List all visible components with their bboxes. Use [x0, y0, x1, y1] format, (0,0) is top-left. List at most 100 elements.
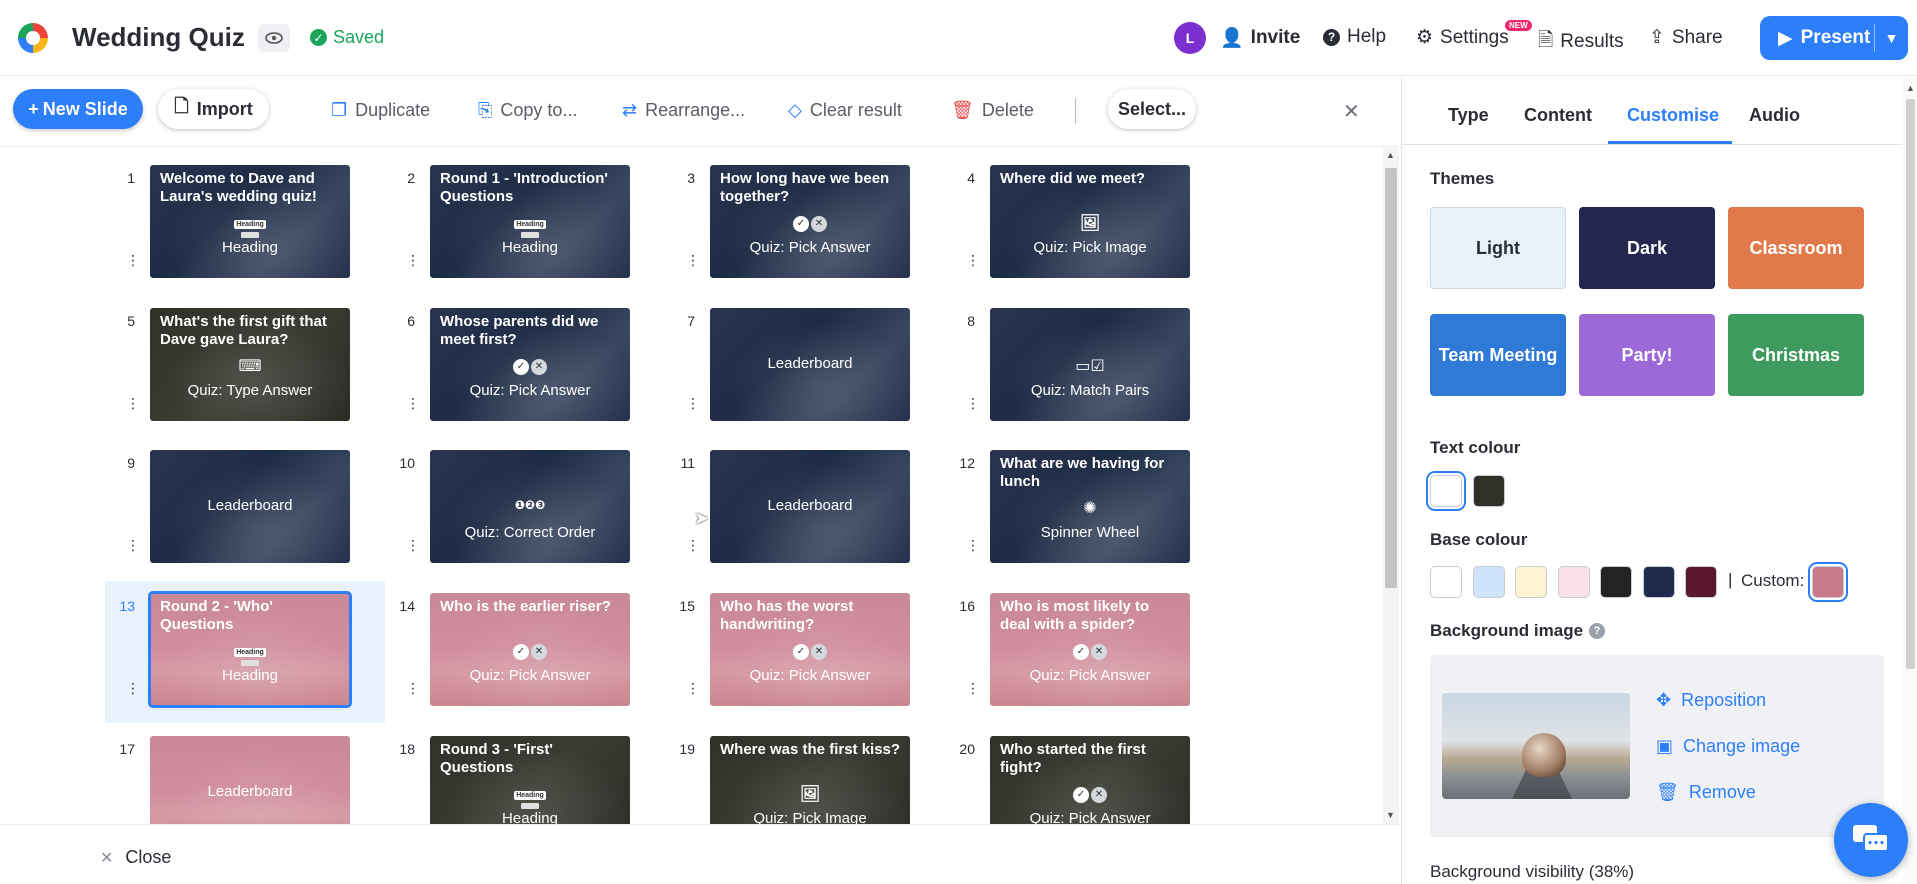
slide-thumbnail[interactable]: How long have we been together? ✓ ✕ Quiz: P… [710, 165, 910, 278]
more-vertical-icon[interactable]: ⋮ [406, 396, 420, 410]
question-circle-icon[interactable]: ? [1589, 623, 1606, 639]
help-button[interactable]: ? Help [1323, 26, 1386, 48]
slide-card[interactable]: 14 ⋮ Who is the earlier riser? ✓ ✕ Quiz: Pick… [385, 581, 665, 723]
slide-card[interactable]: 1 ⋮ Welcome to Dave and Laura's wedding qu… [105, 153, 385, 295]
scroll-down-arrow-icon[interactable]: ▼ [1386, 810, 1395, 820]
more-vertical-icon[interactable]: ⋮ [966, 253, 980, 267]
settings-button[interactable]: ⚙ Settings [1416, 26, 1509, 49]
slide-thumbnail[interactable]: Who is the earlier riser? ✓ ✕ Quiz: Pick An… [430, 593, 630, 706]
scroll-up-arrow-icon[interactable]: ▲ [1906, 83, 1915, 93]
present-main[interactable]: ▶ Present [1760, 16, 1874, 60]
chevron-down-icon[interactable]: ▼ [1875, 30, 1908, 46]
close-icon[interactable]: ✕ [1343, 99, 1360, 124]
share-button[interactable]: ⇪ Share [1649, 26, 1723, 49]
panel-scrollbar-thumb[interactable] [1906, 99, 1915, 669]
slide-thumbnail[interactable]: Who is most likely to deal with a spider… [990, 593, 1190, 706]
change-image-button[interactable]: ▣ Change image [1656, 736, 1800, 757]
more-vertical-icon[interactable]: ⋮ [686, 538, 700, 552]
slide-thumbnail[interactable]: Round 1 - 'Introduction' Questions Headin… [430, 165, 630, 278]
more-vertical-icon[interactable]: ⋮ [406, 253, 420, 267]
more-vertical-icon[interactable]: ⋮ [686, 253, 700, 267]
chat-support-button[interactable] [1834, 803, 1908, 877]
base-colour-swatch[interactable] [1472, 566, 1505, 598]
more-vertical-icon[interactable]: ⋮ [966, 396, 980, 410]
slide-card[interactable]: 12 ⋮ What are we having for lunch ✺ Spinner … [945, 438, 1225, 580]
slide-thumbnail[interactable]: Round 2 - 'Who' Questions Heading Heading [148, 591, 352, 708]
slide-thumbnail[interactable]: What's the first gift that Dave gave Lau… [150, 308, 350, 421]
slide-card[interactable]: 16 ⋮ Who is most likely to deal with a spi… [945, 581, 1225, 723]
more-vertical-icon[interactable]: ⋮ [966, 538, 980, 552]
base-colour-swatch[interactable] [1515, 566, 1547, 598]
more-vertical-icon[interactable]: ⋮ [966, 681, 980, 695]
slide-thumbnail[interactable]: Who has the worst handwriting? ✓ ✕ Quiz: Pi… [710, 593, 910, 706]
slide-card[interactable]: 13 ⋮ Round 2 - 'Who' Questions Heading Headi… [105, 581, 385, 723]
tab-audio[interactable]: Audio [1749, 105, 1800, 126]
slide-thumbnail[interactable]: ▭☑ Quiz: Match Pairs [990, 308, 1190, 421]
slide-thumbnail[interactable]: Leaderboard [710, 450, 910, 563]
slide-card[interactable]: 7 ⋮ Leaderboard [665, 296, 945, 438]
copy-to-button[interactable]: ⎘ Copy to... [478, 100, 577, 121]
app-logo-icon[interactable] [16, 21, 50, 55]
user-avatar[interactable]: L [1174, 22, 1206, 54]
tab-type[interactable]: Type [1448, 105, 1489, 126]
slide-thumbnail[interactable]: Where did we meet? 🖼 Quiz: Pick Image [990, 165, 1190, 278]
slide-card[interactable]: 2 ⋮ Round 1 - 'Introduction' Questions Head… [385, 153, 665, 295]
theme-option[interactable]: Light [1430, 207, 1566, 289]
slide-card[interactable]: 3 ⋮ How long have we been together? ✓ ✕ Quiz:… [665, 153, 945, 295]
slide-thumbnail[interactable]: What are we having for lunch ✺ Spinner Whe… [990, 450, 1190, 563]
remove-image-button[interactable]: 🗑 Remove [1656, 782, 1756, 803]
presentation-title[interactable]: Wedding Quiz [72, 22, 245, 53]
more-vertical-icon[interactable]: ⋮ [126, 681, 140, 695]
panel-scrollbar[interactable]: ▲ [1903, 77, 1917, 884]
slide-thumbnail[interactable]: Round 3 - 'First' Questions Heading Headin… [430, 736, 630, 824]
slide-thumbnail[interactable]: Leaderboard [150, 736, 350, 824]
slide-card[interactable]: 15 ⋮ Who has the worst handwriting? ✓ ✕ Quiz:… [665, 581, 945, 723]
slide-card[interactable]: 20⋮Who started the first fight?✓✕Quiz: P… [945, 724, 1225, 824]
slide-thumbnail[interactable]: ❶❷❸ Quiz: Correct Order [430, 450, 630, 563]
custom-colour-swatch[interactable] [1808, 562, 1848, 602]
grid-scrollbar[interactable]: ▲ ▼ [1383, 148, 1399, 824]
theme-option[interactable]: Team Meeting [1430, 314, 1566, 396]
more-vertical-icon[interactable]: ⋮ [686, 681, 700, 695]
slide-card[interactable]: 19⋮Where was the first kiss?🖼Quiz: Pick … [665, 724, 945, 824]
rearrange-button[interactable]: ⇄ Rearrange... [622, 100, 745, 121]
background-image-thumbnail[interactable] [1442, 693, 1630, 799]
import-button[interactable]: 🗋 Import [158, 89, 269, 129]
theme-option[interactable]: Party! [1579, 314, 1715, 396]
reposition-button[interactable]: ✥ Reposition [1656, 690, 1766, 711]
slide-card[interactable]: 18⋮Round 3 - 'First' QuestionsHeadingHea… [385, 724, 665, 824]
close-button[interactable]: ✕ Close [100, 847, 171, 868]
slide-card[interactable]: 6 ⋮ Whose parents did we meet first? ✓ ✕ Quiz… [385, 296, 665, 438]
more-vertical-icon[interactable]: ⋮ [686, 396, 700, 410]
select-button[interactable]: Select... [1108, 89, 1196, 129]
preview-button[interactable] [258, 24, 290, 52]
tab-content[interactable]: Content [1524, 105, 1592, 126]
slide-card[interactable]: 4 ⋮ Where did we meet? 🖼 Quiz: Pick Image [945, 153, 1225, 295]
text-colour-swatch[interactable] [1426, 471, 1466, 511]
results-button[interactable]: 🗎 Results [1538, 26, 1624, 58]
text-colour-swatch[interactable] [1473, 475, 1505, 507]
scroll-up-arrow-icon[interactable]: ▲ [1386, 150, 1395, 160]
more-vertical-icon[interactable]: ⋮ [406, 538, 420, 552]
delete-button[interactable]: 🗑 Delete [951, 100, 1034, 121]
new-slide-button[interactable]: + New Slide [13, 89, 143, 129]
theme-option[interactable]: Classroom [1728, 207, 1864, 289]
slide-card[interactable]: 5 ⋮ What's the first gift that Dave gave L… [105, 296, 385, 438]
slide-thumbnail[interactable]: Leaderboard [150, 450, 350, 563]
slide-thumbnail[interactable]: Leaderboard [710, 308, 910, 421]
present-button[interactable]: ▶ Present ▼ [1760, 16, 1908, 60]
duplicate-button[interactable]: ❐ Duplicate [331, 100, 430, 121]
slide-thumbnail[interactable]: Welcome to Dave and Laura's wedding quiz… [150, 165, 350, 278]
slide-card[interactable]: 9 ⋮ Leaderboard [105, 438, 385, 580]
tab-customise[interactable]: Customise [1627, 105, 1719, 126]
theme-option[interactable]: Christmas [1728, 314, 1864, 396]
grid-scrollbar-thumb[interactable] [1385, 168, 1397, 588]
slide-thumbnail[interactable]: Who started the first fight? ✓ ✕ Quiz: Pick… [990, 736, 1190, 824]
more-vertical-icon[interactable]: ⋮ [126, 538, 140, 552]
slide-card[interactable]: 8 ⋮ ▭☑ Quiz: Match Pairs [945, 296, 1225, 438]
more-vertical-icon[interactable]: ⋮ [126, 396, 140, 410]
base-colour-swatch[interactable] [1642, 566, 1675, 598]
base-colour-swatch[interactable] [1685, 566, 1717, 598]
clear-result-button[interactable]: ◇ Clear result [788, 100, 902, 121]
slide-card[interactable]: 10 ⋮ ❶❷❸ Quiz: Correct Order [385, 438, 665, 580]
